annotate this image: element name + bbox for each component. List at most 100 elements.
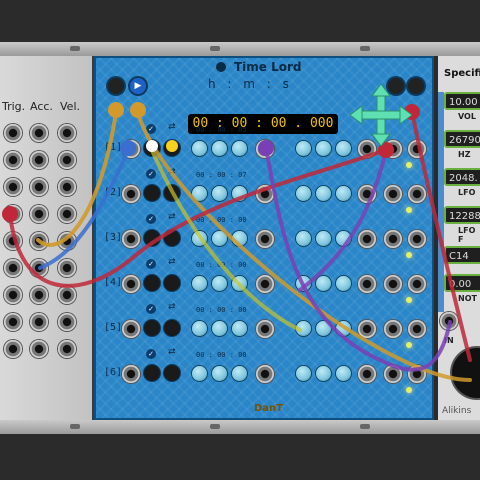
row-output-jack[interactable] (256, 275, 274, 293)
play-button[interactable]: ▶ (130, 78, 146, 94)
row-button[interactable] (164, 140, 180, 156)
time-knob[interactable] (232, 276, 247, 291)
enable-check-icon[interactable]: ✓ (146, 304, 156, 314)
row-output-jack[interactable] (384, 275, 402, 293)
jack[interactable] (4, 151, 22, 169)
row-input-jack[interactable] (122, 320, 140, 338)
time-knob[interactable] (192, 186, 207, 201)
jack[interactable] (30, 232, 48, 250)
time-knob[interactable] (336, 186, 351, 201)
lfo-field[interactable]: 2048. (444, 168, 480, 186)
row-output-jack[interactable] (384, 230, 402, 248)
row-output-jack[interactable] (408, 275, 426, 293)
time-knob[interactable] (296, 276, 311, 291)
enable-check-icon[interactable]: ✓ (146, 349, 156, 359)
row-button[interactable] (164, 365, 180, 381)
time-knob[interactable] (336, 231, 351, 246)
time-knob[interactable] (212, 321, 227, 336)
row-button[interactable] (164, 275, 180, 291)
row-output-jack[interactable] (358, 185, 376, 203)
jack[interactable] (58, 124, 76, 142)
row-output-jack[interactable] (256, 185, 274, 203)
time-knob[interactable] (316, 276, 331, 291)
jack[interactable] (58, 259, 76, 277)
row-output-jack[interactable] (256, 320, 274, 338)
time-knob[interactable] (296, 231, 311, 246)
time-knob[interactable] (296, 321, 311, 336)
jack[interactable] (4, 124, 22, 142)
jack[interactable] (4, 286, 22, 304)
time-knob[interactable] (336, 141, 351, 156)
hz-field[interactable]: 26790 (444, 130, 480, 148)
jack[interactable] (58, 340, 76, 358)
jack[interactable] (58, 232, 76, 250)
row-output-jack[interactable] (358, 320, 376, 338)
jack[interactable] (4, 205, 22, 223)
enable-check-icon[interactable]: ✓ (146, 214, 156, 224)
row-button[interactable] (144, 185, 160, 201)
time-knob[interactable] (232, 186, 247, 201)
row-button[interactable] (144, 140, 160, 156)
jack[interactable] (30, 286, 48, 304)
output-knob[interactable] (452, 348, 480, 398)
row-input-jack[interactable] (122, 185, 140, 203)
enable-check-icon[interactable]: ✓ (146, 259, 156, 269)
jack[interactable] (4, 259, 22, 277)
enable-check-icon[interactable]: ✓ (146, 169, 156, 179)
row-button[interactable] (164, 185, 180, 201)
time-knob[interactable] (192, 366, 207, 381)
time-knob[interactable] (212, 141, 227, 156)
time-knob[interactable] (232, 321, 247, 336)
jack[interactable] (30, 178, 48, 196)
row-input-jack[interactable] (122, 365, 140, 383)
row-button[interactable] (144, 275, 160, 291)
time-knob[interactable] (316, 186, 331, 201)
row-output-jack[interactable] (256, 140, 274, 158)
jack[interactable] (30, 340, 48, 358)
time-knob[interactable] (212, 186, 227, 201)
time-knob[interactable] (296, 186, 311, 201)
jack[interactable] (4, 232, 22, 250)
time-knob[interactable] (212, 276, 227, 291)
jack[interactable] (4, 178, 22, 196)
loop-icon[interactable]: ⇄ (168, 167, 176, 177)
reset-button[interactable] (108, 78, 124, 94)
row-output-jack[interactable] (384, 185, 402, 203)
time-knob[interactable] (192, 141, 207, 156)
jack[interactable] (30, 124, 48, 142)
time-knob[interactable] (336, 321, 351, 336)
lfo-freq-field[interactable]: 12288 (444, 206, 480, 224)
loop-icon[interactable]: ⇄ (168, 122, 176, 132)
row-input-jack[interactable] (122, 140, 140, 158)
time-knob[interactable] (192, 321, 207, 336)
enable-check-icon[interactable]: ✓ (146, 124, 156, 134)
row-output-jack[interactable] (408, 185, 426, 203)
in-jack[interactable] (440, 312, 458, 330)
jack[interactable] (58, 313, 76, 331)
jack[interactable] (58, 151, 76, 169)
row-output-jack[interactable] (256, 230, 274, 248)
time-knob[interactable] (336, 366, 351, 381)
time-knob[interactable] (192, 276, 207, 291)
time-knob[interactable] (232, 366, 247, 381)
time-knob[interactable] (296, 141, 311, 156)
jack[interactable] (58, 178, 76, 196)
time-knob[interactable] (192, 231, 207, 246)
jack[interactable] (30, 313, 48, 331)
row-button[interactable] (164, 320, 180, 336)
row-output-jack[interactable] (384, 320, 402, 338)
jack[interactable] (4, 313, 22, 331)
note-field[interactable]: 0.00 (444, 274, 480, 292)
loop-icon[interactable]: ⇄ (168, 212, 176, 222)
row-button[interactable] (164, 230, 180, 246)
row-input-jack[interactable] (122, 230, 140, 248)
loop-icon[interactable]: ⇄ (168, 257, 176, 267)
row-input-jack[interactable] (122, 275, 140, 293)
note-name-field[interactable]: C14 (444, 246, 480, 264)
time-knob[interactable] (316, 231, 331, 246)
time-knob[interactable] (232, 231, 247, 246)
row-output-jack[interactable] (358, 365, 376, 383)
vol-field[interactable]: 10.00 (444, 92, 480, 110)
loop-icon[interactable]: ⇄ (168, 347, 176, 357)
row-output-jack[interactable] (408, 320, 426, 338)
